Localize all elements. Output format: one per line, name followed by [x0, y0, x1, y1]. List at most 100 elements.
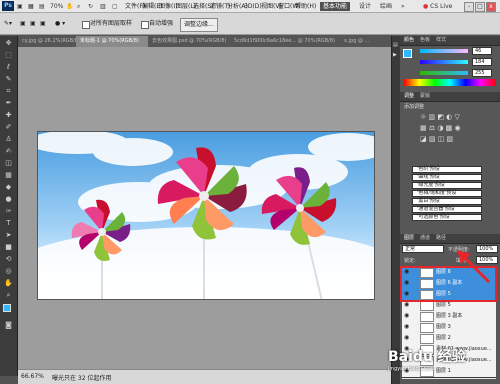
- color-spectrum-ramp[interactable]: [404, 79, 496, 86]
- document-image[interactable]: [37, 131, 375, 300]
- marquee-tool-icon[interactable]: ⬚: [2, 50, 15, 60]
- gradient-tool-icon[interactable]: ▦: [2, 170, 15, 180]
- type-tool-icon[interactable]: T: [2, 218, 15, 228]
- menu-item[interactable]: 3D(D): [244, 0, 262, 13]
- document-tab[interactable]: x.jpg @ ...: [340, 36, 394, 47]
- refine-edge-button[interactable]: 调整边缘...: [180, 18, 218, 32]
- hand-tool-icon[interactable]: ✋: [2, 278, 15, 288]
- adjustment-preset-item[interactable]: '曝光度'预设: [412, 182, 482, 189]
- visibility-eye-icon[interactable]: ◉: [404, 302, 410, 308]
- brush-size-picker[interactable]: ● ▾: [55, 19, 65, 29]
- status-zoom[interactable]: 66.67%: [21, 373, 44, 380]
- arrange-documents-icon[interactable]: ▥: [100, 2, 106, 11]
- green-value-field[interactable]: 184: [472, 58, 492, 66]
- blue-slider[interactable]: [420, 71, 468, 75]
- blue-value-field[interactable]: 255: [472, 69, 492, 77]
- layer-thumbnail: [420, 301, 434, 311]
- workspace-essentials-button[interactable]: 基本功能: [320, 2, 351, 11]
- guides-icon[interactable]: ▤: [39, 2, 45, 11]
- path-selection-tool-icon[interactable]: ➤: [2, 230, 15, 240]
- visibility-eye-icon[interactable]: ◉: [404, 313, 410, 319]
- rotate-view-icon[interactable]: ↻: [88, 2, 93, 11]
- document-tab[interactable]: 去色效果图.psd @ 70%(RGB/8): [148, 36, 239, 47]
- green-slider[interactable]: [420, 60, 468, 64]
- adjustment-preset-item[interactable]: '通道混合器'预设: [412, 206, 482, 213]
- quick-selection-tool-icon[interactable]: ✎: [2, 74, 15, 84]
- history-panel-icon[interactable]: ▤: [393, 42, 398, 48]
- move-tool-icon[interactable]: ✥: [2, 38, 15, 48]
- visibility-eye-icon[interactable]: ◉: [404, 324, 410, 330]
- lasso-tool-icon[interactable]: ℓ: [2, 62, 15, 72]
- tab-swatches[interactable]: 色板: [420, 36, 430, 45]
- tab-masks[interactable]: 蒙版: [420, 92, 430, 101]
- workspace-paint-button[interactable]: 绘画: [377, 2, 395, 11]
- eyedropper-tool-icon[interactable]: ✒: [2, 98, 15, 108]
- history-brush-tool-icon[interactable]: ✍: [2, 146, 15, 156]
- eraser-tool-icon[interactable]: ◫: [2, 158, 15, 168]
- visibility-eye-icon[interactable]: ◉: [404, 335, 410, 341]
- tab-paths[interactable]: 路径: [436, 234, 446, 243]
- tab-adjustments[interactable]: 调整: [404, 92, 414, 101]
- tab-layers[interactable]: 图层: [404, 234, 414, 243]
- actions-panel-icon[interactable]: ▶: [393, 52, 397, 58]
- subtract-selection-icon[interactable]: ▣: [40, 19, 46, 29]
- quick-mask-icon[interactable]: ◙: [2, 320, 15, 330]
- close-button[interactable]: x: [486, 2, 496, 12]
- mini-bridge-icon[interactable]: ▦: [28, 2, 34, 11]
- panel-foreground-swatch[interactable]: [403, 49, 412, 58]
- healing-brush-tool-icon[interactable]: ✚: [2, 110, 15, 120]
- watermark-title: Baidu 经验: [388, 349, 466, 365]
- more-workspaces-button[interactable]: »: [398, 2, 408, 11]
- workspace-design-button[interactable]: 设计: [356, 2, 374, 11]
- crop-tool-icon[interactable]: ⌗: [2, 86, 15, 96]
- adjustment-preset-item[interactable]: '曲线'预设: [412, 174, 482, 181]
- document-tab[interactable]: cy.jpg @ 26.2%(RGB/8...: [18, 36, 85, 47]
- quick-selection-tool-icon[interactable]: ✎▾: [4, 19, 12, 29]
- sample-all-layers-checkbox[interactable]: [82, 21, 90, 29]
- clone-stamp-tool-icon[interactable]: ♙: [2, 134, 15, 144]
- 3d-orbit-tool-icon[interactable]: ◎: [2, 266, 15, 276]
- adjustment-icons-row-3[interactable]: ◪ ▨ ◫ ▧: [420, 135, 453, 143]
- screen-mode-icon[interactable]: ▢: [112, 2, 118, 11]
- minimize-button[interactable]: -: [464, 2, 474, 12]
- auto-enhance-checkbox[interactable]: [141, 21, 149, 29]
- shape-tool-icon[interactable]: ■: [2, 242, 15, 252]
- 3d-rotate-tool-icon[interactable]: ⟲: [2, 254, 15, 264]
- dodge-tool-icon[interactable]: ●: [2, 194, 15, 204]
- menu-item[interactable]: 帮助(H): [295, 0, 316, 13]
- tab-styles[interactable]: 样式: [436, 36, 446, 45]
- blend-mode-select[interactable]: 正常: [402, 245, 444, 253]
- adjustment-icons-row-2[interactable]: ▦ ⚖ ◑ ▩ ◉: [420, 124, 461, 132]
- document-tab[interactable]: 5cd6d1f900c6a6c18ee... @ 70%(RGB/8): [230, 36, 349, 47]
- brush-tool-icon[interactable]: ✐: [2, 122, 15, 132]
- adjustment-icons-row-1[interactable]: ☼ ▥ ◩ ◐ ▽: [420, 113, 460, 121]
- red-slider[interactable]: [420, 49, 468, 53]
- tab-channels[interactable]: 通道: [420, 234, 430, 243]
- tab-color[interactable]: 颜色: [404, 36, 414, 45]
- maximize-button[interactable]: □: [475, 2, 485, 12]
- zoom-icon[interactable]: ⌕: [77, 2, 80, 11]
- add-to-selection-icon[interactable]: ▣: [30, 19, 36, 29]
- adjustment-preset-item[interactable]: '可选颜色'预设: [412, 214, 482, 221]
- bridge-icon[interactable]: ▣: [17, 2, 23, 11]
- hand-icon[interactable]: ✋: [66, 2, 73, 11]
- document-tab[interactable]: 未标题-1 @ 70%(RGB/8): [76, 36, 157, 47]
- layers-panel-header: 图层 通道 路径: [400, 234, 500, 244]
- pen-tool-icon[interactable]: ✑: [2, 206, 15, 216]
- foreground-color-swatch[interactable]: [3, 304, 11, 312]
- zoom-tool-icon[interactable]: ⌕: [2, 290, 15, 300]
- photoshop-logo: Ps: [2, 1, 14, 11]
- watermark-url: jingyan.baidu.com: [388, 366, 435, 372]
- pinwheels-image: [38, 132, 374, 299]
- adjustment-preset-item[interactable]: '色阶'预设: [412, 166, 482, 173]
- blur-tool-icon[interactable]: ◆: [2, 182, 15, 192]
- layer-name: 图层 3: [436, 324, 451, 330]
- layer-thumbnail: [420, 334, 434, 344]
- zoom-level[interactable]: 70%: [50, 2, 63, 11]
- adjustment-preset-item[interactable]: '色相/饱和度'预设: [412, 190, 482, 197]
- red-value-field[interactable]: 46: [472, 47, 492, 55]
- new-selection-icon[interactable]: ▣: [20, 19, 26, 29]
- adjustment-preset-item[interactable]: '黑白'预设: [412, 198, 482, 205]
- menu-item[interactable]: 图像(I): [159, 0, 177, 13]
- cs-live-button[interactable]: ● CS Live: [420, 2, 455, 11]
